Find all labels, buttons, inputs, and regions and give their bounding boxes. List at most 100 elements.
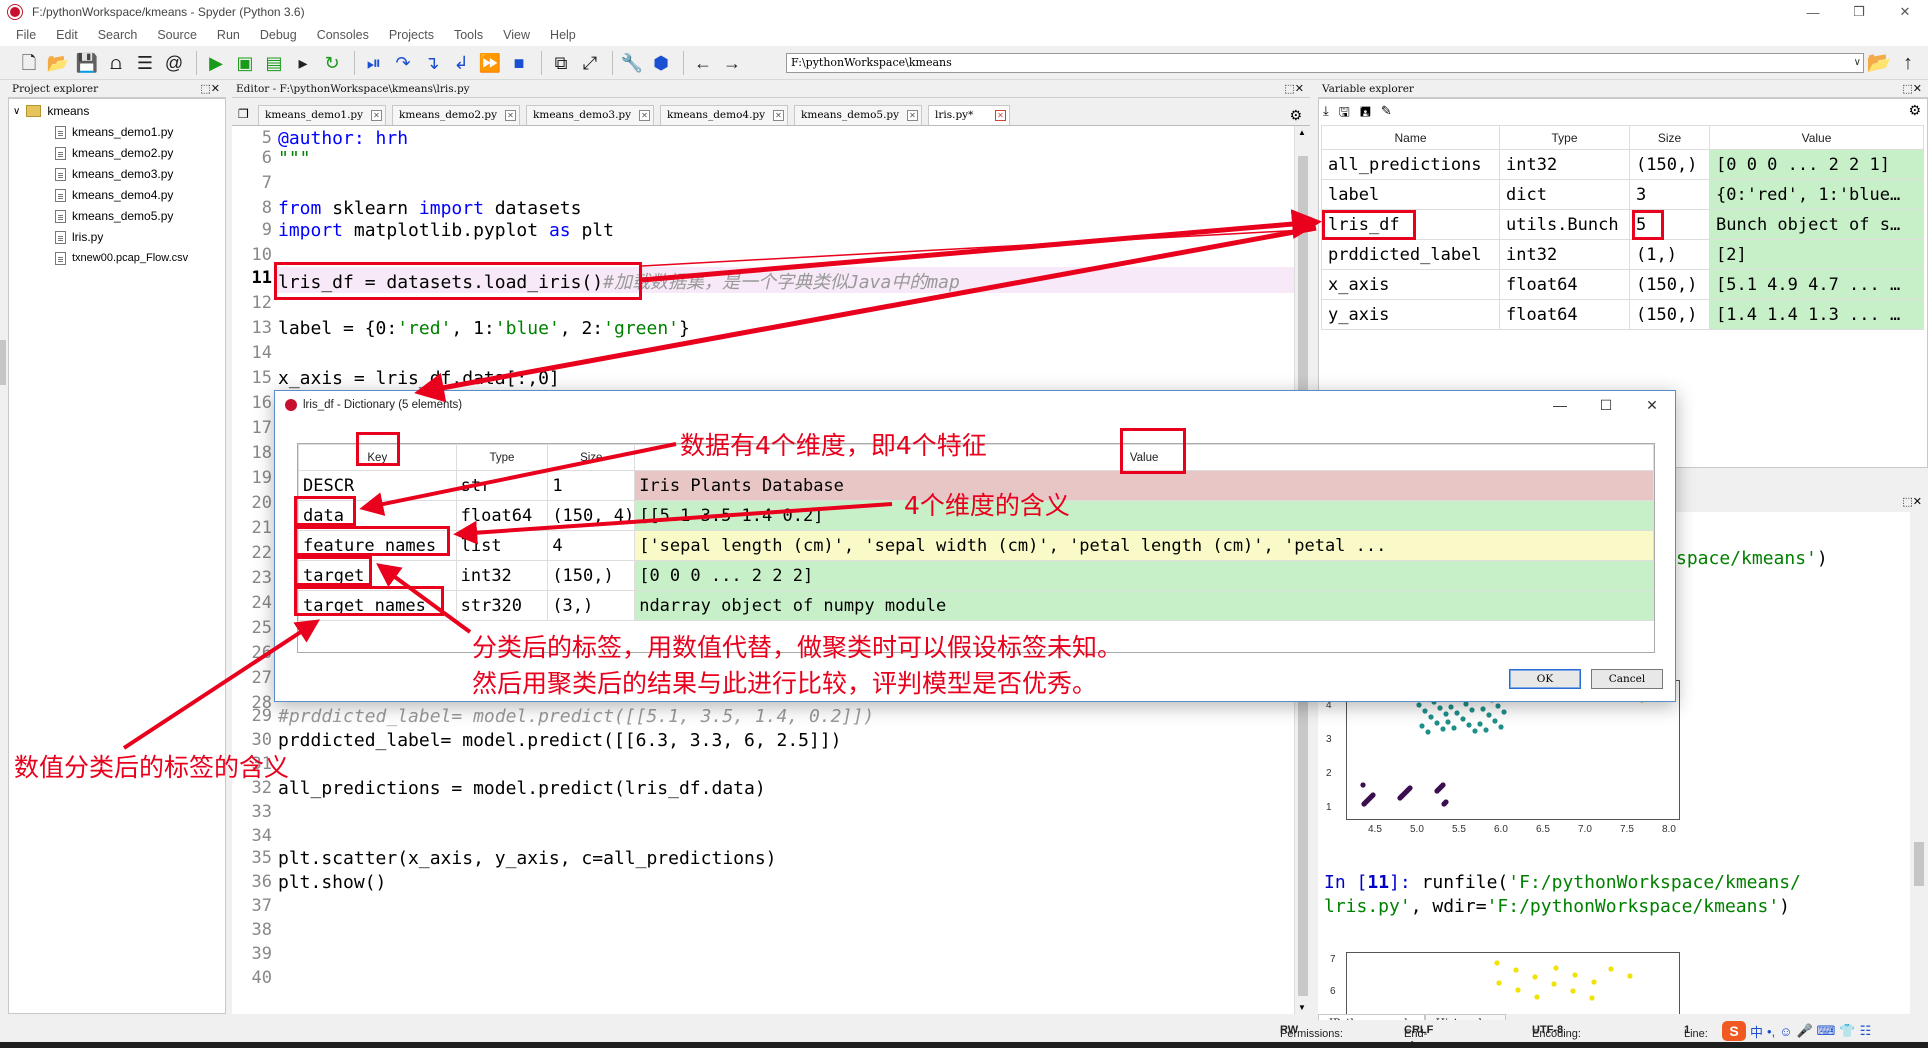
skin-icon[interactable]: 👕: [1839, 1023, 1855, 1039]
run-cell-advance-icon[interactable]: ▤: [261, 50, 287, 76]
table-row[interactable]: target_names str320 (3,) ndarray object …: [298, 590, 1654, 621]
python-path-icon[interactable]: ⬢: [648, 50, 674, 76]
undock-close-icon[interactable]: ⬚✕: [200, 80, 220, 98]
forward-arrow-icon[interactable]: →: [719, 50, 745, 76]
close-tab-icon[interactable]: ✕: [995, 110, 1006, 121]
parent-directory-icon[interactable]: ↑: [1895, 50, 1921, 76]
tab-kmeans-demo1[interactable]: kmeans_demo1.py ✕: [258, 105, 386, 125]
undock-close-icon[interactable]: ⬚✕: [1902, 495, 1922, 508]
close-tab-icon[interactable]: ✕: [505, 110, 516, 121]
tree-file[interactable]: kmeans_demo2.py: [55, 143, 173, 163]
table-row[interactable]: y_axis float64 (150,) [1.4 1.4 1.3 ... …: [1321, 299, 1924, 330]
column-header-size[interactable]: Size: [547, 444, 636, 471]
at-icon[interactable]: @: [161, 50, 187, 76]
tree-file[interactable]: txnew00.pcap_Flow.csv: [55, 248, 188, 268]
table-row[interactable]: prddicted_label int32 (1,) [2]: [1321, 239, 1924, 270]
scroll-down-icon[interactable]: ▼: [1298, 1003, 1306, 1012]
close-tab-icon[interactable]: ✕: [639, 110, 650, 121]
tree-file[interactable]: kmeans_demo5.py: [55, 206, 173, 226]
tab-kmeans-demo5[interactable]: kmeans_demo5.py ✕: [794, 105, 922, 125]
tree-file[interactable]: kmeans_demo4.py: [55, 185, 173, 205]
menu-search[interactable]: Search: [88, 28, 148, 42]
back-arrow-icon[interactable]: ←: [690, 50, 716, 76]
save-icon[interactable]: 💾: [74, 50, 100, 76]
close-tab-icon[interactable]: ✕: [907, 110, 918, 121]
toolbox-icon[interactable]: ☷: [1860, 1023, 1872, 1039]
save-data-as-icon[interactable]: 🖪: [1360, 103, 1371, 125]
run-icon[interactable]: ▶: [203, 50, 229, 76]
keyboard-icon[interactable]: ⌨: [1817, 1023, 1836, 1039]
column-header-type[interactable]: Type: [1499, 125, 1630, 150]
tree-folder-kmeans[interactable]: ∨ kmeans: [13, 101, 89, 121]
dialog-minimize-button[interactable]: —: [1537, 391, 1583, 419]
new-file-icon[interactable]: 🗋: [16, 50, 42, 76]
menu-tools[interactable]: Tools: [444, 28, 493, 42]
remove-all-icon[interactable]: ✎: [1381, 103, 1392, 125]
run-selection-icon[interactable]: ▸: [290, 50, 316, 76]
table-row[interactable]: label dict 3 {0:'red', 1:'blue…: [1321, 179, 1924, 210]
save-data-icon[interactable]: 🖫: [1339, 103, 1350, 125]
tree-file[interactable]: lris.py: [55, 227, 103, 247]
sogou-logo-icon[interactable]: S: [1722, 1021, 1746, 1041]
stop-icon[interactable]: ■: [506, 50, 532, 76]
menu-run[interactable]: Run: [207, 28, 250, 42]
column-header-name[interactable]: Name: [1321, 125, 1500, 150]
column-header-size[interactable]: Size: [1629, 125, 1710, 150]
gear-icon[interactable]: ⚙: [1908, 102, 1921, 119]
table-row[interactable]: all_predictions int32 (150,) [0 0 0 ... …: [1321, 149, 1924, 180]
debug-icon[interactable]: ⏯: [361, 50, 387, 76]
undock-close-icon[interactable]: ⬚✕: [1284, 80, 1304, 98]
scroll-up-icon[interactable]: ▲: [1298, 128, 1306, 137]
table-row[interactable]: x_axis float64 (150,) [5.1 4.9 4.7 ... …: [1321, 269, 1924, 300]
menu-help[interactable]: Help: [540, 28, 586, 42]
menu-view[interactable]: View: [493, 28, 540, 42]
maximize-button[interactable]: ❒: [1836, 0, 1882, 24]
step-into-icon[interactable]: ↴: [419, 50, 445, 76]
chevron-down-icon[interactable]: ∨: [1854, 54, 1861, 72]
scroll-thumb[interactable]: [1914, 842, 1924, 886]
column-header-value[interactable]: Value: [1709, 125, 1924, 150]
browse-tabs-icon[interactable]: ❐: [238, 107, 249, 121]
import-data-icon[interactable]: ⤓: [1323, 103, 1329, 125]
run-cell-icon[interactable]: ▣: [232, 50, 258, 76]
tab-kmeans-demo2[interactable]: kmeans_demo2.py ✕: [392, 105, 520, 125]
dialog-maximize-button[interactable]: ☐: [1583, 391, 1629, 419]
ime-mode[interactable]: 中: [1750, 1022, 1763, 1041]
preferences-wrench-icon[interactable]: 🔧: [619, 50, 645, 76]
browse-folder-icon[interactable]: 📂: [1866, 50, 1892, 76]
close-button[interactable]: ✕: [1882, 0, 1928, 24]
minimize-button[interactable]: —: [1790, 0, 1836, 24]
emoji-icon[interactable]: ☺: [1779, 1024, 1792, 1039]
fullscreen-icon[interactable]: ⤢: [577, 50, 603, 76]
step-return-icon[interactable]: ↲: [448, 50, 474, 76]
maximize-pane-icon[interactable]: ⧉: [548, 50, 574, 76]
close-tab-icon[interactable]: ✕: [371, 110, 382, 121]
menu-edit[interactable]: Edit: [46, 28, 88, 42]
microphone-icon[interactable]: 🎤: [1796, 1023, 1812, 1039]
undock-close-icon[interactable]: ⬚✕: [1902, 80, 1922, 98]
ok-button[interactable]: OK: [1509, 669, 1581, 689]
tab-kmeans-demo3[interactable]: kmeans_demo3.py ✕: [526, 105, 654, 125]
table-row[interactable]: lris_df utils.Bunch 5 Bunch object of s…: [1321, 209, 1924, 240]
tree-file[interactable]: kmeans_demo3.py: [55, 164, 173, 184]
close-tab-icon[interactable]: ✕: [773, 110, 784, 121]
tab-lris[interactable]: lris.py* ✕: [928, 105, 1010, 125]
open-file-icon[interactable]: 📂: [45, 50, 71, 76]
punctuation-icon[interactable]: •,: [1767, 1024, 1775, 1039]
table-row[interactable]: target int32 (150,) [0 0 0 ... 2 2 2]: [298, 560, 1654, 591]
step-icon[interactable]: ↷: [390, 50, 416, 76]
scroll-handle[interactable]: [0, 340, 6, 385]
dialog-close-button[interactable]: ✕: [1629, 391, 1675, 419]
column-header-type[interactable]: Type: [455, 444, 549, 471]
tab-kmeans-demo4[interactable]: kmeans_demo4.py ✕: [660, 105, 788, 125]
column-header-key[interactable]: Key: [298, 444, 457, 471]
menu-source[interactable]: Source: [147, 28, 207, 42]
rerun-icon[interactable]: ↻: [319, 50, 345, 76]
working-directory-input[interactable]: F:\pythonWorkspace\kmeans ∨: [786, 53, 1864, 73]
menu-debug[interactable]: Debug: [250, 28, 307, 42]
console-scrollbar[interactable]: [1910, 512, 1928, 1014]
gear-icon[interactable]: ⚙: [1289, 107, 1302, 124]
menu-projects[interactable]: Projects: [379, 28, 444, 42]
menu-consoles[interactable]: Consoles: [307, 28, 379, 42]
save-all-icon[interactable]: ⩍: [103, 50, 129, 76]
